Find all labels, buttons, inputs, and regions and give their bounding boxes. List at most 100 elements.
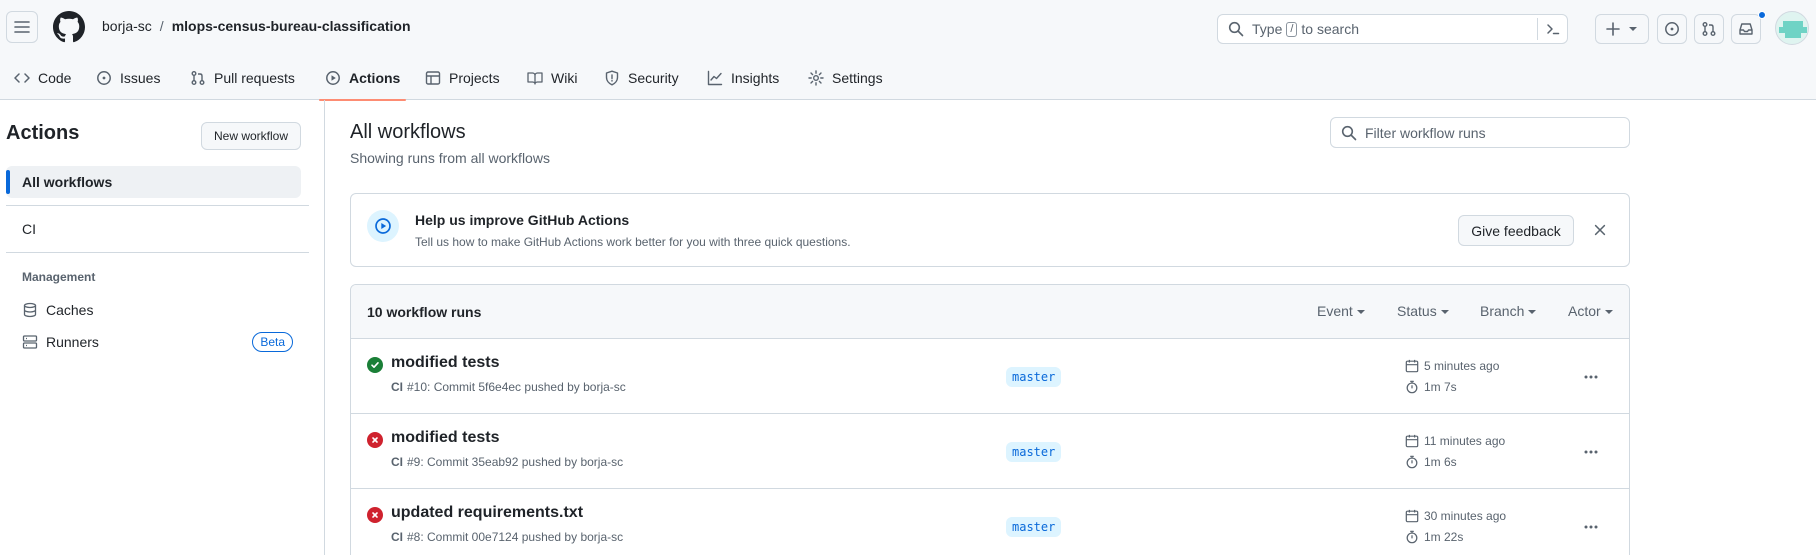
- command-palette-button[interactable]: [1537, 18, 1567, 40]
- create-new-button[interactable]: [1595, 14, 1649, 44]
- event-filter[interactable]: Event: [1317, 303, 1365, 319]
- filter-label: Event: [1317, 303, 1353, 319]
- sidebar-item-ci[interactable]: CI: [6, 213, 301, 245]
- tab-label: Security: [628, 70, 679, 86]
- branch-label[interactable]: master: [1006, 442, 1062, 462]
- inbox-icon: [1739, 23, 1753, 35]
- identicon-icon: [1779, 21, 1807, 38]
- page-subtitle: Showing runs from all workflows: [350, 150, 550, 166]
- filter-label: Branch: [1480, 303, 1525, 319]
- play-icon: [326, 71, 340, 85]
- issue-opened-icon: [97, 71, 111, 85]
- run-time: 11 minutes ago: [1405, 434, 1505, 448]
- table-row[interactable]: updated requirements.txt CI #8: Commit 0…: [351, 489, 1629, 555]
- tab-security[interactable]: Security: [604, 56, 679, 100]
- issues-button[interactable]: [1657, 14, 1687, 44]
- git-pull-request-icon: [191, 71, 205, 85]
- triangle-down-icon: [1629, 27, 1637, 31]
- tab-label: Settings: [832, 70, 883, 86]
- run-time: 5 minutes ago: [1405, 359, 1499, 373]
- kebab-horizontal-icon[interactable]: [1577, 363, 1605, 391]
- pull-requests-button[interactable]: [1694, 14, 1724, 44]
- repo-name-link[interactable]: mlops-census-bureau-classification: [172, 18, 411, 34]
- filter-placeholder: Filter workflow runs: [1365, 124, 1486, 141]
- beta-badge: Beta: [252, 332, 293, 352]
- breadcrumb-separator: /: [159, 18, 164, 34]
- search-input[interactable]: Type / to search: [1217, 14, 1568, 44]
- runs-count: 10 workflow runs: [367, 304, 482, 320]
- new-workflow-button[interactable]: New workflow: [201, 122, 301, 150]
- x-circle-icon: [367, 432, 383, 448]
- tab-issues[interactable]: Issues: [96, 56, 160, 100]
- run-detail: #10: Commit 5f6e4ec pushed by borja-sc: [407, 380, 626, 394]
- sidebar-item-all-workflows[interactable]: All workflows: [6, 166, 301, 198]
- run-workflow: CI: [391, 380, 403, 394]
- filter-label: Actor: [1568, 303, 1601, 319]
- status-filter[interactable]: Status: [1397, 303, 1449, 319]
- gear-icon: [808, 70, 824, 86]
- branch-label[interactable]: master: [1006, 517, 1062, 537]
- run-title-link[interactable]: modified tests: [391, 354, 499, 372]
- actor-filter[interactable]: Actor: [1568, 303, 1613, 319]
- tab-label: Projects: [449, 70, 500, 86]
- run-meta: CI #9: Commit 35eab92 pushed by borja-sc: [391, 455, 623, 469]
- search-suffix: to search: [1301, 21, 1360, 37]
- tab-pull-requests[interactable]: Pull requests: [190, 56, 295, 100]
- filter-label: Status: [1397, 303, 1437, 319]
- menu-button[interactable]: [6, 11, 38, 43]
- run-workflow: CI: [391, 530, 403, 544]
- table-icon: [425, 71, 441, 85]
- close-icon[interactable]: [1589, 219, 1611, 241]
- graph-icon: [707, 70, 723, 86]
- tab-actions[interactable]: Actions: [318, 56, 407, 101]
- sidebar-divider: [6, 205, 309, 206]
- run-duration-label: 1m 7s: [1424, 380, 1457, 394]
- search-shortcut-key: /: [1286, 21, 1298, 37]
- repo-owner-link[interactable]: borja-sc: [102, 18, 152, 34]
- run-duration: 1m 22s: [1405, 530, 1463, 544]
- search-icon: [1341, 125, 1357, 140]
- sidebar-item-label: Caches: [46, 302, 94, 318]
- shield-icon: [605, 70, 619, 86]
- avatar[interactable]: [1775, 11, 1809, 45]
- tab-wiki[interactable]: Wiki: [527, 56, 577, 100]
- management-heading: Management: [22, 270, 96, 284]
- table-row[interactable]: modified tests CI #10: Commit 5f6e4ec pu…: [351, 339, 1629, 414]
- run-workflow: CI: [391, 455, 403, 469]
- search-prefix: Type: [1252, 21, 1283, 37]
- issue-opened-icon: [1665, 22, 1679, 36]
- give-feedback-button[interactable]: Give feedback: [1458, 215, 1574, 246]
- branch-label[interactable]: master: [1006, 367, 1062, 387]
- page-title: All workflows: [350, 121, 466, 143]
- workflow-runs-list: 10 workflow runs Event Status Branch Act…: [350, 284, 1630, 555]
- sidebar-item-runners[interactable]: Runners Beta: [6, 326, 301, 358]
- github-logo-icon[interactable]: [53, 11, 85, 43]
- run-duration-label: 1m 6s: [1424, 455, 1457, 469]
- kebab-horizontal-icon[interactable]: [1577, 438, 1605, 466]
- search-icon: [1228, 21, 1244, 37]
- table-row[interactable]: modified tests CI #9: Commit 35eab92 pus…: [351, 414, 1629, 489]
- inbox-button[interactable]: [1731, 14, 1761, 44]
- triangle-down-icon: [1604, 310, 1613, 314]
- kebab-horizontal-icon[interactable]: [1577, 513, 1605, 541]
- terminal-icon: [1546, 24, 1559, 35]
- filter-runs-input[interactable]: Filter workflow runs: [1330, 117, 1630, 148]
- play-icon: [367, 210, 399, 242]
- tab-label: Actions: [349, 70, 401, 86]
- tab-label: Insights: [731, 70, 780, 86]
- run-duration: 1m 7s: [1405, 380, 1457, 394]
- sidebar-title: Actions: [6, 122, 80, 144]
- tab-code[interactable]: Code: [14, 56, 71, 100]
- run-time-label: 5 minutes ago: [1424, 359, 1500, 373]
- sidebar-item-caches[interactable]: Caches: [6, 294, 301, 326]
- git-pull-request-icon: [1702, 22, 1716, 36]
- run-time: 30 minutes ago: [1405, 509, 1506, 523]
- tab-projects[interactable]: Projects: [425, 56, 500, 100]
- tab-settings[interactable]: Settings: [808, 56, 883, 100]
- branch-filter[interactable]: Branch: [1480, 303, 1537, 319]
- book-icon: [527, 72, 543, 85]
- run-title-link[interactable]: modified tests: [391, 429, 499, 447]
- run-title-link[interactable]: updated requirements.txt: [391, 504, 583, 522]
- database-icon: [23, 302, 37, 318]
- tab-insights[interactable]: Insights: [707, 56, 779, 100]
